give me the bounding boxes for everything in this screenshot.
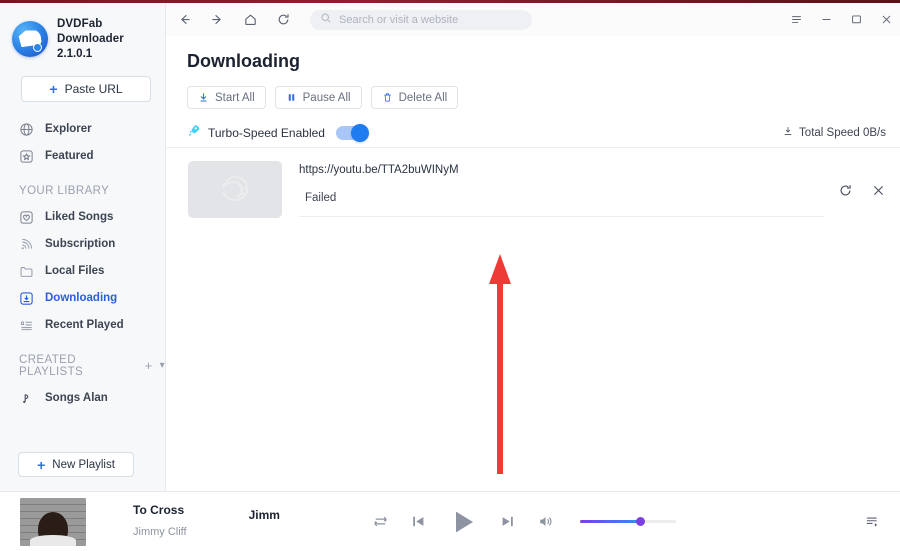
maximize-icon[interactable]	[848, 12, 864, 28]
turbo-speed-row: Turbo-Speed Enabled Total Speed 0B/s	[166, 109, 900, 142]
volume-slider[interactable]	[579, 517, 676, 526]
library-nav: Liked Songs Subscription Local Files Dow…	[0, 204, 165, 339]
window-controls	[788, 3, 894, 36]
turbo-speed-toggle[interactable]	[335, 123, 369, 142]
sidebar-item-recent-played[interactable]: Recent Played	[0, 312, 165, 339]
home-button[interactable]	[240, 10, 260, 30]
total-speed: Total Speed 0B/s	[782, 125, 886, 140]
main-content: Downloading Start All Pause All Delete A…	[166, 36, 900, 491]
reload-button[interactable]	[273, 10, 293, 30]
rss-icon	[19, 237, 34, 252]
menu-icon[interactable]	[788, 12, 804, 28]
sidebar-item-label: Local Files	[45, 265, 105, 278]
start-all-label: Start All	[215, 91, 255, 104]
pause-all-label: Pause All	[302, 91, 351, 104]
paste-url-button[interactable]: + Paste URL	[21, 75, 151, 102]
player-bar: To Cross Jimmy Cliff Jimm	[0, 491, 900, 551]
download-item[interactable]: https://youtu.be/TTA2buWINyM Failed	[166, 148, 900, 218]
sidebar-item-songs-alan[interactable]: Songs Alan	[0, 385, 165, 412]
queue-icon[interactable]	[864, 514, 880, 530]
repeat-button[interactable]	[372, 513, 389, 530]
library-section-label: YOUR LIBRARY	[19, 184, 110, 197]
sidebar-item-label: Songs Alan	[45, 392, 108, 405]
folder-icon	[19, 264, 34, 279]
download-arrow-icon	[198, 92, 209, 103]
download-status: Failed	[305, 192, 337, 204]
downloads-list: https://youtu.be/TTA2buWINyM Failed	[166, 147, 900, 491]
playlist-icon	[19, 318, 34, 333]
sidebar-item-label: Featured	[45, 150, 94, 163]
back-button[interactable]	[174, 10, 194, 30]
sidebar-item-downloading[interactable]: Downloading	[0, 285, 165, 312]
sidebar-item-local-files[interactable]: Local Files	[0, 258, 165, 285]
next-button[interactable]	[499, 513, 516, 530]
heart-box-icon	[19, 210, 34, 225]
minimize-icon[interactable]	[818, 12, 834, 28]
star-box-icon	[19, 149, 34, 164]
track-alt-title: Jimm	[248, 508, 280, 522]
sidebar: DVDFab Downloader 2.1.0.1 + Paste URL Ex…	[0, 3, 166, 491]
sidebar-item-label: Subscription	[45, 238, 116, 251]
sidebar-item-label: Liked Songs	[45, 211, 114, 224]
music-note-icon	[19, 391, 34, 406]
delete-all-label: Delete All	[398, 91, 448, 104]
pause-all-button[interactable]: Pause All	[274, 86, 362, 109]
total-speed-label: Total Speed 0B/s	[799, 126, 886, 139]
primary-nav: Explorer Featured	[0, 116, 165, 170]
start-all-button[interactable]: Start All	[187, 86, 266, 109]
app-version: 2.1.0.1	[57, 47, 93, 60]
track-artist: Jimmy Cliff	[133, 525, 187, 538]
app-logo-icon	[12, 21, 48, 58]
close-icon[interactable]	[878, 12, 894, 28]
downloads-toolbar: Start All Pause All Delete All	[166, 72, 900, 109]
chevron-down-icon[interactable]: ▾	[160, 360, 165, 371]
browser-toolbar: Search or visit a website	[166, 3, 900, 36]
now-playing: To Cross Jimmy Cliff	[133, 502, 187, 540]
volume-slider-handle[interactable]	[635, 517, 645, 526]
page-title: Downloading	[187, 51, 300, 71]
sidebar-item-subscription[interactable]: Subscription	[0, 231, 165, 258]
created-playlists-header[interactable]: CREATED PLAYLISTS + ▾	[0, 339, 165, 385]
search-icon	[320, 11, 332, 29]
album-art	[20, 497, 86, 546]
brand: DVDFab Downloader 2.1.0.1	[0, 3, 165, 62]
sidebar-item-featured[interactable]: Featured	[0, 143, 165, 170]
app-window: DVDFab Downloader 2.1.0.1 + Paste URL Ex…	[0, 0, 900, 551]
download-thumbnail	[188, 161, 282, 218]
rocket-icon	[187, 123, 201, 142]
forward-button[interactable]	[207, 10, 227, 30]
download-box-icon	[19, 291, 34, 306]
created-playlists-label: CREATED PLAYLISTS	[19, 353, 84, 378]
plus-icon: +	[49, 80, 58, 97]
add-playlist-icon[interactable]: +	[145, 358, 153, 373]
search-placeholder: Search or visit a website	[339, 13, 459, 26]
track-title: To Cross	[133, 503, 185, 518]
player-controls	[372, 507, 554, 537]
sidebar-item-label: Recent Played	[45, 319, 124, 332]
globe-icon	[19, 122, 34, 137]
play-button[interactable]	[448, 507, 478, 537]
delete-all-button[interactable]: Delete All	[370, 86, 459, 109]
trash-icon	[382, 92, 393, 103]
download-speed-icon	[782, 125, 794, 140]
previous-button[interactable]	[410, 513, 427, 530]
download-url: https://youtu.be/TTA2buWINyM	[299, 164, 459, 176]
sidebar-item-label: Explorer	[45, 123, 92, 136]
turbo-speed-label: Turbo-Speed Enabled	[208, 125, 325, 140]
new-playlist-button[interactable]: + New Playlist	[18, 452, 134, 477]
new-playlist-label: New Playlist	[52, 458, 115, 471]
close-icon[interactable]	[871, 183, 886, 198]
download-actions	[824, 161, 886, 218]
sidebar-item-label: Downloading	[45, 292, 118, 305]
paste-url-label: Paste URL	[64, 81, 123, 96]
retry-icon[interactable]	[838, 183, 853, 198]
app-name: DVDFab Downloader	[57, 18, 124, 45]
sidebar-item-explorer[interactable]: Explorer	[0, 116, 165, 143]
download-divider	[299, 216, 824, 217]
volume-button[interactable]	[537, 513, 554, 530]
search-input[interactable]: Search or visit a website	[310, 9, 532, 30]
plus-icon: +	[37, 456, 46, 473]
sidebar-item-liked-songs[interactable]: Liked Songs	[0, 204, 165, 231]
pause-icon	[286, 92, 297, 103]
